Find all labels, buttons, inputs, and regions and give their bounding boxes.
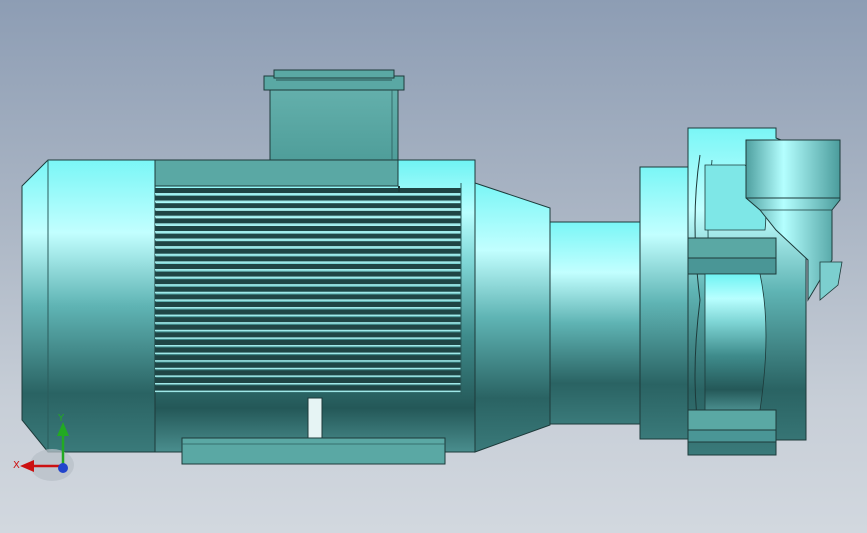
fin-groove [155, 370, 461, 376]
fin-edge [155, 238, 461, 241]
fin-edge [155, 253, 461, 256]
fin-groove [155, 324, 461, 330]
fin-edge [155, 367, 461, 370]
z-axis-dot [58, 463, 68, 473]
fin-groove [155, 317, 461, 323]
fin-edge [155, 337, 461, 339]
fin-groove [155, 309, 461, 315]
fin-groove [155, 203, 461, 209]
fin-groove [155, 286, 461, 292]
fin-groove [155, 385, 461, 391]
fin-groove [155, 340, 461, 345]
y-axis-arrow [57, 422, 69, 436]
fin-groove [155, 271, 461, 277]
fin-groove [155, 378, 461, 383]
fin-groove [155, 302, 461, 307]
fin-groove [155, 188, 461, 193]
fin-groove [155, 294, 461, 300]
fin-groove [155, 218, 461, 224]
fin-edge [155, 383, 461, 385]
fin-groove [155, 256, 461, 262]
fin-groove [155, 210, 461, 216]
fin-groove [155, 226, 461, 231]
fin-edge [155, 375, 461, 377]
fin-edge [155, 329, 461, 332]
x-axis-arrow [20, 460, 34, 472]
cooling-fins [155, 188, 461, 393]
fin-edge [155, 314, 461, 317]
fin-edge [155, 215, 461, 218]
fin-edge [155, 261, 461, 263]
fin-edge [155, 276, 461, 279]
fin-edge [155, 299, 461, 301]
fin-edge [155, 269, 461, 271]
pump-motor-model[interactable] [0, 0, 867, 533]
fin-edge [155, 291, 461, 294]
fin-edge [155, 223, 461, 225]
fin-groove [155, 347, 461, 353]
fin-edge [155, 200, 461, 203]
shaft-adapter [549, 221, 641, 425]
fin-edge [155, 193, 461, 195]
fin-groove [155, 279, 461, 285]
fin-groove [155, 355, 461, 361]
fin-groove [155, 264, 461, 269]
fin-groove [155, 241, 461, 247]
fin-edge [155, 284, 461, 286]
fin-edge [155, 360, 461, 362]
graphics-viewport[interactable]: Y X [0, 0, 867, 533]
fin-edge [155, 231, 461, 233]
fin-edge [155, 352, 461, 355]
fin-groove [155, 332, 461, 338]
axis-triad: Y X [13, 413, 74, 481]
y-axis-label: Y [57, 413, 65, 424]
fin-groove [155, 233, 461, 239]
x-axis-label: X [13, 460, 20, 471]
fin-edge [155, 246, 461, 248]
fin-edge [155, 390, 461, 393]
fin-groove [155, 362, 461, 368]
fin-edge [155, 307, 461, 309]
fin-edge [155, 345, 461, 347]
fin-groove [155, 248, 461, 254]
fin-edge [155, 322, 461, 324]
fin-groove [155, 195, 461, 201]
fin-edge [155, 208, 461, 210]
